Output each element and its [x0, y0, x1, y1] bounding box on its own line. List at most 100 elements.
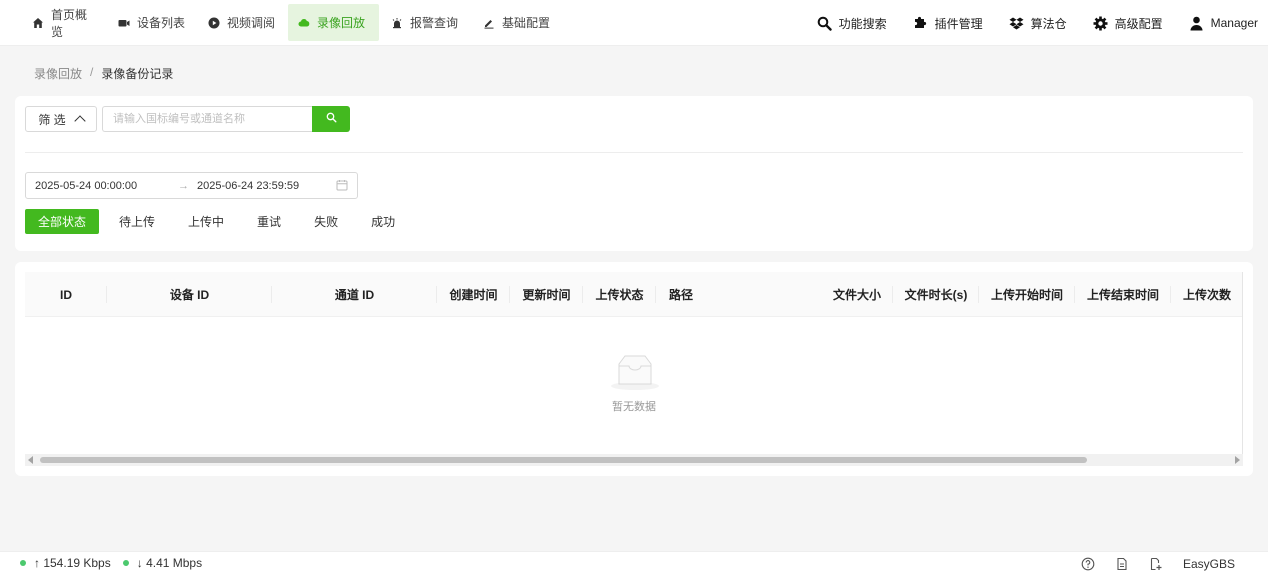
search-button[interactable] [312, 106, 350, 132]
column-label: 创建时间 [449, 288, 498, 302]
status-dot-icon [122, 560, 129, 566]
help-icon[interactable] [1081, 557, 1095, 571]
empty-inbox-icon [605, 354, 665, 395]
column-header-id[interactable]: ID [25, 272, 107, 317]
column-label: 上传开始时间 [990, 288, 1063, 302]
column-label: 更新时间 [522, 288, 571, 302]
column-label: 上传次数 [1182, 288, 1231, 302]
column-label: 通道 ID [334, 288, 375, 302]
filter-toggle-label: 筛 选 [38, 112, 66, 127]
column-label: 文件时长(s) [904, 288, 968, 302]
date-range-picker[interactable]: 2025-05-24 00:00:00 → 2025-06-24 23:59:5… [25, 172, 358, 199]
rnav-label: 高级配置 [1114, 16, 1163, 31]
algorithm-store-button[interactable]: 算法仓 [1009, 15, 1067, 32]
search-icon [817, 16, 832, 31]
scrollbar-thumb[interactable] [40, 457, 1087, 463]
breadcrumb: 录像回放 / 录像备份记录 [34, 65, 173, 82]
column-header-device-id[interactable]: 设备 ID [107, 272, 272, 317]
horizontal-scrollbar[interactable] [25, 454, 1243, 466]
advanced-config-button[interactable]: 高级配置 [1093, 15, 1163, 32]
column-header-upload-count[interactable]: 上传次数 [1171, 272, 1243, 317]
puzzle-icon [913, 16, 928, 31]
column-label: 上传结束时间 [1086, 288, 1159, 302]
nav-item-label: 基础配置 [502, 16, 551, 30]
status-dot-icon [20, 560, 26, 566]
column-header-upload-status[interactable]: 上传状态 [583, 272, 656, 317]
nav-item-home[interactable]: 首页概览 [22, 4, 106, 41]
plugin-manage-button[interactable]: 插件管理 [913, 15, 983, 32]
column-header-upload-end[interactable]: 上传结束时间 [1075, 272, 1171, 317]
records-table: ID 设备 ID 通道 ID 创建时间 更新时间 上传状态 路径 文件大小 文件… [15, 262, 1253, 476]
gear-icon [1093, 16, 1108, 31]
main-menu: 首页概览 设备列表 视频调阅 录像回放 报警查询 基础配置 [0, 0, 563, 45]
nav-item-label: 录像回放 [317, 16, 366, 30]
chevron-up-icon [74, 115, 86, 127]
fixed-column-shadow [1242, 272, 1243, 466]
status-bar: ↑ 154.19 Kbps ↓ 4.41 Mbps EasyGBS [0, 551, 1268, 574]
nav-item-label: 设备列表 [137, 16, 186, 30]
camera-icon [118, 17, 130, 29]
column-header-created-time[interactable]: 创建时间 [437, 272, 510, 317]
filter-toggle-button[interactable]: 筛 选 [25, 106, 97, 132]
date-end[interactable]: 2025-06-24 23:59:59 [197, 180, 299, 192]
download-rate-value: ↓ 4.41 Mbps [136, 556, 203, 570]
play-circle-icon [208, 17, 220, 29]
column-header-channel-id[interactable]: 通道 ID [272, 272, 437, 317]
breadcrumb-current: 录像备份记录 [101, 67, 174, 81]
document-icon[interactable] [1115, 557, 1129, 571]
status-tab-failed[interactable]: 失败 [301, 209, 351, 234]
column-header-updated-time[interactable]: 更新时间 [510, 272, 583, 317]
search-input[interactable] [102, 106, 313, 132]
column-label: 上传状态 [595, 288, 644, 302]
status-tab-all[interactable]: 全部状态 [25, 209, 100, 234]
column-header-file-duration[interactable]: 文件时长(s) [893, 272, 979, 317]
breadcrumb-parent[interactable]: 录像回放 [34, 65, 82, 82]
breadcrumb-separator: / [90, 65, 94, 79]
brand-label: EasyGBS [1182, 556, 1235, 571]
nav-item-alarm[interactable]: 报警查询 [381, 4, 471, 41]
rnav-label: 算法仓 [1030, 16, 1067, 31]
filter-divider [25, 152, 1243, 153]
scroll-right-icon[interactable] [1235, 456, 1240, 464]
date-arrow: → [178, 179, 189, 192]
filter-panel: 筛 选 2025-05-24 00:00:00 → 2025-06-24 23:… [15, 96, 1253, 251]
column-header-path[interactable]: 路径 [656, 272, 821, 317]
column-label: 文件大小 [832, 288, 881, 302]
user-account-button[interactable]: Manager [1189, 16, 1258, 31]
edit-icon [483, 17, 495, 29]
search-icon [326, 112, 337, 126]
function-search-button[interactable]: 功能搜索 [817, 15, 887, 32]
column-header-file-size[interactable]: 文件大小 [821, 272, 893, 317]
nav-item-label: 报警查询 [410, 16, 459, 30]
status-tab-uploading[interactable]: 上传中 [175, 209, 237, 234]
date-start[interactable]: 2025-05-24 00:00:00 [35, 180, 137, 192]
empty-text: 暂无数据 [612, 401, 656, 413]
nav-item-devices[interactable]: 设备列表 [108, 4, 196, 41]
status-tab-success[interactable]: 成功 [358, 209, 408, 234]
nav-item-video[interactable]: 视频调阅 [198, 4, 286, 41]
column-label: 设备 ID [169, 288, 210, 302]
column-label: 路径 [669, 288, 694, 302]
footer-tools: EasyGBS [1061, 552, 1235, 574]
user-menu: 功能搜索 插件管理 算法仓 高级配置 Manager [791, 0, 1258, 46]
status-tabs: 全部状态 待上传 上传中 重试 失败 成功 [25, 209, 415, 234]
calendar-icon [336, 179, 348, 194]
home-icon [32, 17, 44, 29]
column-header-upload-start[interactable]: 上传开始时间 [979, 272, 1075, 317]
column-label: ID [60, 287, 72, 302]
cloud-icon [298, 17, 310, 29]
alarm-icon [391, 17, 403, 29]
user-icon [1189, 16, 1204, 31]
rnav-label: 插件管理 [934, 16, 983, 31]
nav-item-playback[interactable]: 录像回放 [288, 4, 379, 41]
upload-rate: ↑ 154.19 Kbps [20, 556, 111, 570]
rnav-label: Manager [1210, 16, 1258, 30]
nav-item-config[interactable]: 基础配置 [473, 4, 561, 41]
status-tab-retry[interactable]: 重试 [244, 209, 294, 234]
rnav-label: 功能搜索 [838, 16, 887, 31]
scroll-left-icon[interactable] [28, 456, 33, 464]
status-tab-pending[interactable]: 待上传 [106, 209, 168, 234]
table-header: ID 设备 ID 通道 ID 创建时间 更新时间 上传状态 路径 文件大小 文件… [25, 272, 1243, 317]
add-file-icon[interactable] [1149, 557, 1163, 571]
dropbox-icon [1009, 16, 1024, 31]
